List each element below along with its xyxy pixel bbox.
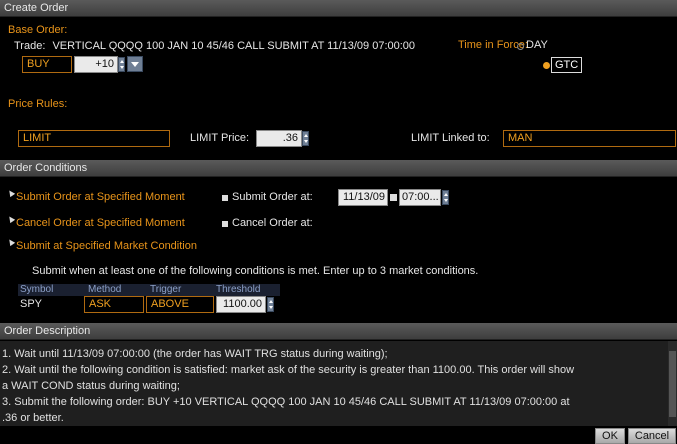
threshold-stepper[interactable] [267,297,274,312]
cancel-order-at-checkbox[interactable] [222,221,228,227]
order-description-title: Order Description [4,325,91,337]
trade-text: VERTICAL QQQQ 100 JAN 10 45/46 CALL SUBM… [52,40,416,52]
description-line: .36 or better. [2,412,64,424]
col-trigger-header: Trigger [150,284,182,295]
cancel-at-moment-option[interactable]: Cancel Order at Specified Moment [16,217,185,229]
window-title: Create Order [4,2,69,14]
condition-instructions: Submit when at least one of the followin… [32,265,479,277]
cancel-order-at-label: Cancel Order at: [232,217,313,229]
market-condition-marker-icon [6,237,16,247]
base-order-label: Base Order: [8,24,68,36]
cancel-button[interactable]: Cancel [628,428,676,444]
order-description-header: Order Description [0,323,677,340]
col-method-header: Method [88,284,122,295]
tif-day-label: DAY [526,39,548,51]
tif-gtc-label: GTC [551,57,583,73]
row-symbol: SPY [20,298,43,310]
description-line: a WAIT COND status during waiting; [2,380,180,392]
calendar-icon[interactable] [390,194,397,201]
order-conditions-header: Order Conditions [0,160,677,177]
col-symbol-header: Symbol [20,284,54,295]
submit-time-stepper[interactable] [442,190,449,205]
order-description-text: 1. Wait until 11/13/09 07:00:00 (the ord… [0,341,668,426]
submit-time-input[interactable]: 07:00... [399,189,441,206]
limit-price-input[interactable]: .36 [256,130,302,147]
quantity-input[interactable]: +10 [74,56,118,73]
limit-price-label: LIMIT Price: [190,132,250,144]
submit-at-moment-option[interactable]: Submit Order at Specified Moment [16,191,185,203]
chevron-down-icon [131,62,139,67]
table-row[interactable]: SPY ASK ABOVE 1100.00 [18,296,280,313]
scrollbar-thumb[interactable] [669,351,676,417]
limit-linked-label: LIMIT Linked to: [411,132,490,144]
order-conditions-title: Order Conditions [4,162,88,174]
row-method-select[interactable]: ASK [84,296,144,313]
description-line: 2. Wait until the following condition is… [2,364,575,376]
quantity-stepper[interactable] [118,57,125,72]
description-line: 3. Submit the following order: BUY +10 V… [2,396,570,408]
trade-label: Trade: [14,40,46,52]
description-scrollbar[interactable] [668,341,677,426]
col-threshold-header: Threshold [216,284,261,295]
tif-gtc-radio[interactable] [543,62,550,69]
limit-linked-select[interactable]: MAN [503,130,676,147]
submit-date-input[interactable]: 11/13/09 [338,189,388,206]
cancel-moment-marker-icon [6,214,16,224]
price-rules-label: Price Rules: [8,98,68,110]
ok-button[interactable]: OK [595,428,625,444]
submit-moment-marker-icon [6,188,16,198]
submit-market-condition-option[interactable]: Submit at Specified Market Condition [16,240,197,252]
window-title-bar: Create Order [0,0,677,17]
row-trigger-select[interactable]: ABOVE [146,296,214,313]
row-threshold-input[interactable]: 1100.00 [216,296,266,313]
quantity-dropdown-button[interactable] [127,56,143,72]
description-line: 1. Wait until 11/13/09 07:00:00 (the ord… [2,348,388,360]
trade-line: Trade: VERTICAL QQQQ 100 JAN 10 45/46 CA… [14,40,415,52]
limit-price-stepper[interactable] [302,131,309,146]
action-select[interactable]: BUY [22,56,72,73]
conditions-table-header: Symbol Method Trigger Threshold [18,284,280,296]
order-type-select[interactable]: LIMIT [18,130,170,147]
tif-day-radio[interactable] [517,43,524,50]
submit-order-at-checkbox[interactable] [222,195,228,201]
submit-order-at-label: Submit Order at: [232,191,313,203]
